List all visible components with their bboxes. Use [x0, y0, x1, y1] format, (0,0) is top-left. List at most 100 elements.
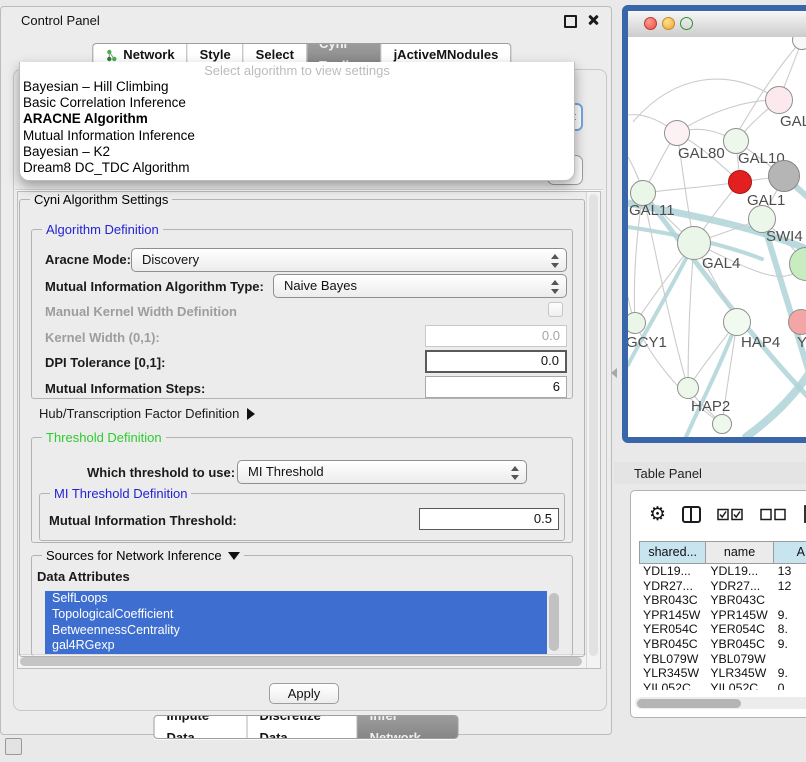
mi-steps-field[interactable]: 6 [425, 376, 567, 398]
gear-icon[interactable]: ⚙ [649, 505, 666, 524]
node-gcy1[interactable] [628, 312, 646, 334]
table-row[interactable]: YDL19...YDL19...13 [639, 564, 806, 579]
mi-algorithm-type-select[interactable]: Naive Bayes [273, 274, 567, 298]
close-window-icon[interactable] [644, 17, 657, 30]
deselect-all-columns-icon[interactable] [760, 508, 787, 521]
node-gal-pink[interactable] [765, 86, 793, 114]
dropdown-item-dream8-dc-tdc-algorithm[interactable]: Dream8 DC_TDC Algorithm [20, 160, 574, 176]
dock-corner-button[interactable] [5, 738, 22, 755]
node-hap4[interactable] [723, 308, 751, 336]
spinner-arrows-icon [511, 465, 518, 481]
mi-algorithm-type-label: Mutual Information Algorithm Type: [45, 279, 264, 294]
node-gal4-label: GAL4 [702, 255, 740, 272]
table-row[interactable]: YBL079WYBL079W [639, 652, 806, 667]
node-green-right[interactable] [789, 247, 806, 281]
table-cell: YIL052C [639, 681, 706, 690]
node-hap2[interactable] [677, 377, 699, 399]
tab-infer-network[interactable]: Infer Network [357, 716, 458, 738]
attribute-item-topologicalcoefficient[interactable]: TopologicalCoefficient [45, 607, 547, 623]
apply-button[interactable]: Apply [269, 683, 339, 704]
which-threshold-select[interactable]: MI Threshold [237, 460, 527, 484]
network-nodes-layer: GALGAL80GAL10GAL1GAL11SWI4GAL4GCY1HAP4YH… [628, 37, 806, 437]
control-panel-title: Control Panel [21, 13, 100, 28]
collapse-arrow-icon[interactable] [228, 552, 240, 560]
table-cell: YBL079W [639, 652, 706, 667]
table-cell: 13 [774, 564, 806, 579]
table-header-row: shared...nameA [639, 541, 806, 564]
column-header-shared-[interactable]: shared... [639, 541, 706, 564]
splitter-handle[interactable] [611, 368, 617, 378]
tab-impute-data[interactable]: Impute Data [155, 716, 247, 738]
network-view-window: GALGAL80GAL10GAL1GAL11SWI4GAL4GCY1HAP4YH… [622, 5, 806, 443]
node-gal1[interactable] [728, 170, 752, 194]
network-window-titlebar[interactable] [628, 11, 806, 38]
table-cell: YBR043C [639, 593, 706, 608]
table-cell [774, 593, 806, 608]
mi-threshold-label: Mutual Information Threshold: [49, 513, 237, 528]
node-hap4-label: HAP4 [741, 334, 780, 351]
hub-definition-label: Hub/Transcription Factor Definition [39, 406, 239, 421]
attributes-list-scrollbar[interactable] [549, 593, 559, 651]
table-cell: YDR27... [639, 579, 706, 594]
table-panel-window: ⚙ shared...nameA YDL19...YDL19...13YDR27… [630, 490, 806, 718]
node-gray[interactable] [768, 160, 800, 192]
node-bottom[interactable] [712, 414, 732, 434]
column-header-name[interactable]: name [706, 541, 773, 564]
node-gal11-label: GAL11 [629, 202, 675, 219]
dpi-tolerance-label: DPI Tolerance [0,1]: [45, 355, 165, 370]
table-rows: YDL19...YDL19...13YDR27...YDR27...12YBR0… [639, 564, 806, 690]
expand-arrow-icon[interactable] [247, 408, 255, 420]
algorithm-dropdown: Select algorithm to view settings Bayesi… [19, 62, 575, 181]
dropdown-item-basic-correlation-inference[interactable]: Basic Correlation Inference [20, 95, 574, 111]
mi-threshold-field[interactable]: 0.5 [419, 508, 559, 530]
kernel-width-field[interactable]: 0.0 [425, 325, 567, 347]
bottom-tabs: Impute DataDiscretize Data Infer Network [154, 715, 459, 739]
table-cell: YBL079W [706, 652, 773, 667]
table-cell: YLR345W [639, 666, 706, 681]
separator [15, 189, 603, 191]
dpi-tolerance-field[interactable]: 0.0 [425, 350, 567, 373]
table-row[interactable]: YPR145WYPR145W9. [639, 608, 806, 623]
table-cell: 12 [774, 579, 806, 594]
spinner-arrows-icon [551, 253, 558, 269]
close-panel-icon[interactable] [587, 14, 599, 26]
dropdown-item-bayesian-hill-climbing[interactable]: Bayesian – Hill Climbing [20, 79, 574, 95]
tab-label: Infer Network [370, 715, 446, 739]
select-all-columns-icon[interactable] [717, 508, 744, 521]
node-top[interactable] [792, 37, 806, 50]
split-columns-icon[interactable] [682, 506, 701, 523]
vertical-scrollbar[interactable] [586, 192, 600, 668]
dropdown-item-bayesian-k2[interactable]: Bayesian – K2 [20, 144, 574, 160]
mi-threshold-group-title: MI Threshold Definition [50, 486, 191, 501]
attribute-item-betweennesscentrality[interactable]: BetweennessCentrality [45, 623, 547, 639]
aracne-mode-select[interactable]: Discovery [131, 248, 567, 272]
table-cell: YIL052C [706, 681, 773, 690]
table-row[interactable]: YLR345WYLR345W9. [639, 666, 806, 681]
network-canvas[interactable]: GALGAL80GAL10GAL1GAL11SWI4GAL4GCY1HAP4YH… [628, 37, 806, 437]
dropdown-item-aracne-algorithm[interactable]: ARACNE Algorithm [20, 111, 574, 127]
table-row[interactable]: YDR27...YDR27...12 [639, 579, 806, 594]
dropdown-item-mutual-information-inference[interactable]: Mutual Information Inference [20, 128, 574, 144]
data-attributes-list[interactable]: SelfLoopsTopologicalCoefficientBetweenne… [45, 591, 547, 655]
attribute-item-gal4rgexp[interactable]: gal4RGexp [45, 638, 547, 654]
table-row[interactable]: YER054CYER054C8. [639, 622, 806, 637]
float-window-icon[interactable] [564, 15, 577, 28]
table-row[interactable]: YBR043CYBR043C [639, 593, 806, 608]
tab-discretize-data[interactable]: Discretize Data [246, 716, 356, 738]
column-header-a[interactable]: A [774, 541, 806, 564]
which-threshold-value: MI Threshold [248, 464, 324, 479]
hub-definition-section[interactable]: Hub/Transcription Factor Definition [39, 406, 255, 421]
node-gal80[interactable] [664, 120, 690, 146]
table-row[interactable]: YBR045CYBR045C9. [639, 637, 806, 652]
manual-kernel-checkbox[interactable] [548, 302, 563, 317]
table-horizontal-scrollbar[interactable] [635, 697, 806, 709]
attribute-item-selfloops[interactable]: SelfLoops [45, 591, 547, 607]
control-panel-titlebar: Control Panel [1, 7, 611, 33]
table-cell: 9. [774, 608, 806, 623]
table-cell: YBR045C [706, 637, 773, 652]
table-row[interactable]: YIL052CYIL052C0. [639, 681, 806, 690]
minimize-window-icon[interactable] [662, 17, 675, 30]
zoom-window-icon[interactable] [680, 17, 693, 30]
kernel-width-label: Kernel Width (0,1): [45, 330, 160, 345]
node-salmon[interactable] [788, 309, 806, 335]
